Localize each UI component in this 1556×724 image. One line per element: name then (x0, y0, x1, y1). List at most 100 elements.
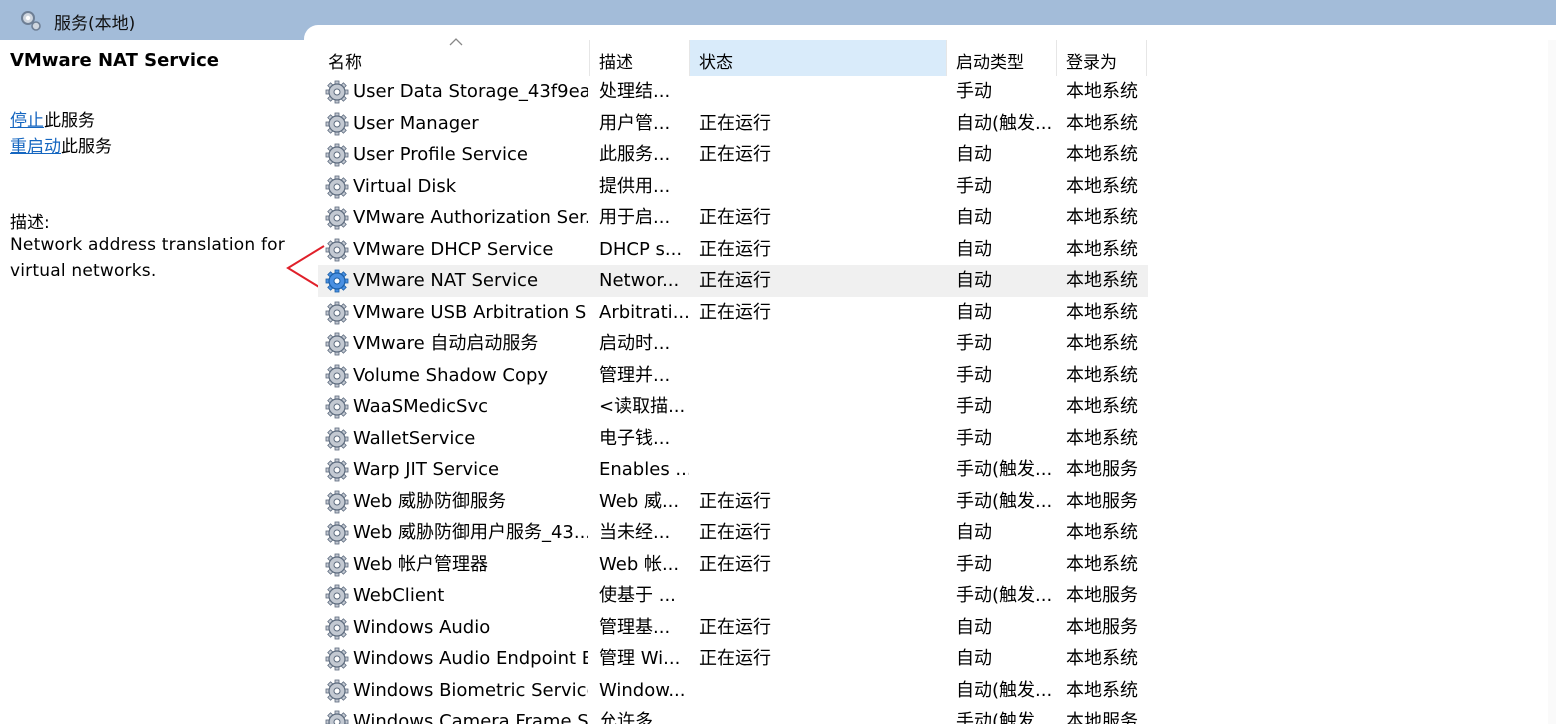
service-name-cell: User Profile Service (353, 144, 528, 165)
service-gear-icon (324, 394, 350, 420)
service-gear-icon (324, 300, 350, 326)
table-row[interactable]: Web 帐户管理器 Web 帐... 正在运行 手动 本地系统 (318, 549, 1148, 581)
service-description-cell: 管理 Wi... (599, 648, 681, 669)
service-gear-icon (324, 268, 350, 294)
column-header-log-on-as-label: 登录为 (1066, 53, 1117, 73)
startup-type-cell: 手动 (956, 81, 992, 102)
table-row[interactable]: Windows Audio Endpoint B... 管理 Wi... 正在运行 自… (318, 643, 1148, 675)
column-divider[interactable] (1146, 40, 1147, 76)
service-description-cell: 允许多... (599, 711, 671, 724)
column-header-name-label: 名称 (328, 53, 362, 73)
table-row[interactable]: Windows Biometric Service Window... 自动(触发.… (318, 675, 1148, 707)
service-description-cell: Web 帐... (599, 553, 680, 575)
description-text: Network address translation for virtual … (10, 235, 285, 281)
table-row[interactable]: Windows Camera Frame S... 允许多... 手动(触发... 本… (318, 706, 1148, 724)
table-row[interactable]: WalletService 电子钱... 手动 本地系统 (318, 423, 1148, 455)
service-gear-icon (324, 709, 350, 724)
restart-service-link[interactable]: 重启动 (10, 137, 61, 157)
service-status-cell: 正在运行 (699, 144, 771, 165)
service-name-cell: WalletService (353, 427, 476, 449)
service-name-cell: Web 威胁防御用户服务_43... (353, 522, 588, 543)
startup-type-cell: 手动 (956, 427, 992, 449)
startup-type-cell: 手动(触发... (956, 585, 1053, 606)
stop-service-action: 停止此服务 (10, 106, 95, 131)
service-gear-icon (324, 79, 350, 105)
vertical-scrollbar[interactable] (1548, 40, 1556, 724)
service-gear-icon (324, 237, 350, 263)
startup-type-cell: 自动 (956, 270, 992, 291)
selected-service-title: VMware NAT Service (10, 50, 219, 71)
service-name-cell: Virtual Disk (353, 175, 457, 197)
log-on-as-cell: 本地系统 (1066, 301, 1138, 323)
service-gear-icon (324, 457, 350, 483)
service-description-cell: 此服务... (599, 144, 671, 165)
table-row[interactable]: Warp JIT Service Enables ... 手动(触发... 本地服务 (318, 454, 1148, 486)
table-row[interactable]: Virtual Disk 提供用... 手动 本地系统 (318, 171, 1148, 203)
service-name-cell: VMware USB Arbitration S... (353, 301, 588, 323)
extended-info-pane: VMware NAT Service 停止此服务 重启动此服务 描述: Netw… (0, 40, 304, 724)
service-name-cell: User Data Storage_43f9ea (353, 81, 588, 102)
table-row[interactable]: VMware USB Arbitration S... Arbitrati... 正… (318, 297, 1148, 329)
log-on-as-cell: 本地系统 (1066, 270, 1138, 291)
window-title: 服务(本地) (54, 14, 136, 34)
table-row[interactable]: Web 威胁防御服务 Web 威... 正在运行 手动(触发... 本地服务 (318, 486, 1148, 518)
table-row[interactable]: VMware NAT Service Networ... 正在运行 自动 本地系统 (318, 265, 1148, 297)
startup-type-cell: 自动 (956, 522, 992, 543)
table-row[interactable]: Web 威胁防御用户服务_43... 当未经... 正在运行 自动 本地系统 (318, 517, 1148, 549)
table-row[interactable]: User Manager 用户管... 正在运行 自动(触发... 本地系统 (318, 108, 1148, 140)
table-row[interactable]: User Data Storage_43f9ea 处理结... 手动 本地系统 (318, 76, 1148, 108)
column-header-startup-type-label: 启动类型 (956, 53, 1024, 73)
service-description-cell: 电子钱... (599, 427, 671, 449)
service-description-cell: 管理并... (599, 364, 671, 386)
table-row[interactable]: VMware DHCP Service DHCP s... 正在运行 自动 本地系统 (318, 234, 1148, 266)
service-description-cell: Arbitrati... (599, 301, 689, 323)
stop-service-link[interactable]: 停止 (10, 111, 44, 131)
startup-type-cell: 自动(触发... (956, 679, 1053, 701)
column-header-startup-type[interactable]: 启动类型 (947, 40, 1057, 76)
startup-type-cell: 手动(触发... (956, 490, 1053, 512)
service-status-cell: 正在运行 (699, 553, 771, 575)
service-description-cell: Window... (599, 679, 686, 701)
service-status-cell: 正在运行 (699, 490, 771, 512)
service-description-cell: Web 威... (599, 490, 680, 512)
log-on-as-cell: 本地系统 (1066, 112, 1138, 134)
service-name-cell: WebClient (353, 585, 445, 606)
table-row[interactable]: VMware 自动启动服务 启动时... 手动 本地系统 (318, 328, 1148, 360)
log-on-as-cell: 本地系统 (1066, 238, 1138, 260)
column-header-log-on-as[interactable]: 登录为 (1057, 40, 1147, 76)
log-on-as-cell: 本地系统 (1066, 364, 1138, 386)
startup-type-cell: 自动 (956, 616, 992, 638)
table-row[interactable]: Windows Audio 管理基... 正在运行 自动 本地服务 (318, 612, 1148, 644)
table-row[interactable]: WebClient 使基于 ... 手动(触发... 本地服务 (318, 580, 1148, 612)
service-gear-icon (324, 331, 350, 357)
log-on-as-cell: 本地系统 (1066, 144, 1138, 165)
table-row[interactable]: Volume Shadow Copy 管理并... 手动 本地系统 (318, 360, 1148, 392)
column-header-status[interactable]: 状态 (690, 40, 947, 76)
service-description-cell: 当未经... (599, 522, 671, 543)
startup-type-cell: 手动 (956, 396, 992, 417)
service-gear-icon (324, 142, 350, 168)
table-row[interactable]: VMware Authorization Ser... 用于启... 正在运行 自动 本… (318, 202, 1148, 234)
service-gear-icon (324, 489, 350, 515)
column-header-description-label: 描述 (599, 53, 633, 73)
startup-type-cell: 自动 (956, 648, 992, 669)
column-header-description[interactable]: 描述 (590, 40, 690, 76)
log-on-as-cell: 本地服务 (1066, 616, 1138, 638)
startup-type-cell: 手动(触发... (956, 711, 1053, 724)
service-gear-icon (324, 646, 350, 672)
service-status-cell: 正在运行 (699, 112, 771, 134)
service-description-cell: 处理结... (599, 81, 671, 102)
service-name-cell: VMware DHCP Service (353, 238, 554, 260)
table-row[interactable]: WaaSMedicSvc <读取描... 手动 本地系统 (318, 391, 1148, 423)
service-name-cell: User Manager (353, 112, 479, 134)
service-name-cell: Warp JIT Service (353, 459, 500, 480)
services-icon (21, 11, 41, 31)
startup-type-cell: 自动 (956, 207, 992, 228)
service-description-cell: 用于启... (599, 207, 671, 228)
table-row[interactable]: User Profile Service 此服务... 正在运行 自动 本地系统 (318, 139, 1148, 171)
service-description-cell: <读取描... (599, 396, 686, 417)
service-gear-icon (324, 426, 350, 452)
service-description-cell: Networ... (599, 270, 680, 291)
log-on-as-cell: 本地服务 (1066, 711, 1138, 724)
service-name-cell: Windows Camera Frame S... (353, 711, 588, 724)
